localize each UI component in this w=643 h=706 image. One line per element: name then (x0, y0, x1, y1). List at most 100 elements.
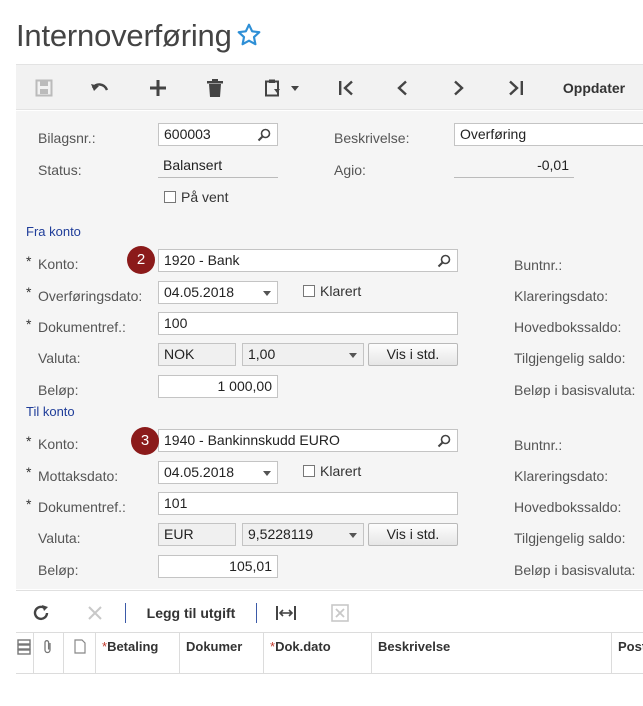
refresh-button[interactable]: Oppdater (559, 75, 629, 101)
bilagsnr-value: 600003 (164, 126, 211, 142)
fra-konto-label: Konto: (38, 256, 79, 272)
til-konto-input[interactable]: 1940 - Bankinnskudd EURO (158, 429, 458, 452)
til-konto-label: Konto: (38, 436, 79, 452)
first-record-button[interactable] (334, 75, 358, 101)
fra-valuta-input[interactable]: NOK (158, 343, 236, 366)
attachment-column[interactable] (34, 633, 64, 674)
bilagsnr-input[interactable]: 600003 (158, 123, 278, 146)
notes-column[interactable] (64, 633, 96, 674)
fra-belop-label: Beløp: (38, 382, 79, 398)
fra-konto-heading: Fra konto (26, 224, 81, 239)
fra-konto-value: 1920 - Bank (164, 252, 240, 268)
til-rate-select[interactable]: 9,5228119 (242, 523, 364, 546)
fra-tilgjengelig-saldo-label: Tilgjengelig saldo: (514, 350, 626, 366)
fra-vis-i-std-button[interactable]: Vis i std. (368, 343, 458, 366)
chevron-down-icon[interactable] (349, 533, 357, 538)
til-klareringsdato-label: Klareringsdato: (514, 468, 609, 484)
delete-button[interactable] (203, 75, 227, 101)
close-icon (88, 606, 102, 620)
fra-belop-input[interactable]: 1 000,00 (158, 375, 278, 398)
grid-header: *Betaling Dokumer *Dok.dato Beskrivelse … (16, 632, 643, 674)
fra-klarert-checkbox[interactable] (303, 285, 315, 297)
bilagsnr-label: Bilagsnr.: (38, 130, 96, 146)
agio-value: -0,01 (454, 155, 574, 178)
fit-columns-button[interactable] (274, 600, 298, 626)
pa-vent-label: På vent (181, 189, 229, 205)
beskrivelse-label: Beskrivelse: (334, 130, 410, 146)
page-title: Internoverføring (16, 18, 232, 53)
undo-button[interactable] (88, 75, 112, 101)
attachment-icon (44, 640, 51, 654)
fra-buntnr-label: Buntnr.: (514, 257, 563, 273)
step-badge: 3 (131, 427, 159, 455)
next-record-button[interactable] (447, 75, 471, 101)
fra-date-value: 04.05.2018 (164, 284, 235, 300)
til-hovedbokssaldo-label: Hovedbokssaldo: (514, 499, 622, 515)
refresh-icon (33, 605, 49, 621)
undo-icon (91, 83, 109, 91)
til-date-label: Mottaksdato: (38, 468, 119, 484)
add-button[interactable] (146, 75, 170, 101)
status-label: Status: (38, 162, 82, 178)
save-icon (35, 79, 53, 97)
fra-konto-input[interactable]: 1920 - Bank (158, 249, 458, 272)
chevron-down-icon[interactable] (263, 291, 271, 296)
pa-vent-checkbox[interactable] (164, 191, 176, 203)
til-rate-value: 9,5228119 (248, 526, 314, 542)
fra-hovedbokssaldo-label: Hovedbokssaldo: (514, 319, 622, 335)
column-betaling[interactable]: *Betaling (96, 633, 180, 674)
clipboard-menu-button[interactable] (260, 75, 304, 101)
clipboard-icon (265, 79, 280, 97)
star-icon[interactable] (236, 22, 262, 48)
list-settings-icon (17, 639, 31, 655)
save-button[interactable] (32, 75, 56, 101)
grid-refresh-button[interactable] (30, 600, 52, 626)
til-klarert-checkbox[interactable] (303, 465, 315, 477)
til-belop-label: Beløp: (38, 562, 79, 578)
til-dokref-label: Dokumentref.: (38, 499, 126, 515)
til-belop-input[interactable]: 105,01 (158, 555, 278, 578)
fit-icon (276, 606, 296, 620)
til-dokref-input[interactable]: 101 (158, 492, 458, 515)
search-icon[interactable] (437, 434, 451, 448)
fra-rate-select[interactable]: 1,00 (242, 343, 364, 366)
chevron-down-icon[interactable] (349, 353, 357, 358)
fra-date-input[interactable]: 04.05.2018 (158, 281, 278, 304)
required-mark: * (26, 253, 32, 269)
column-post[interactable]: Post (612, 633, 643, 674)
export-button[interactable] (329, 600, 351, 626)
search-icon[interactable] (437, 254, 451, 268)
required-mark: * (26, 284, 32, 300)
fra-dokref-input[interactable]: 100 (158, 312, 458, 335)
til-tilgjengelig-saldo-label: Tilgjengelig saldo: (514, 530, 626, 546)
til-buntnr-label: Buntnr.: (514, 437, 563, 453)
column-dokument[interactable]: Dokumer (180, 633, 264, 674)
last-icon (509, 80, 523, 96)
last-record-button[interactable] (504, 75, 528, 101)
previous-record-button[interactable] (390, 75, 414, 101)
til-klarert-label: Klarert (320, 463, 362, 479)
fra-belop-basisvaluta-label: Beløp i basisvaluta: (514, 382, 636, 398)
agio-label: Agio: (334, 162, 366, 178)
fra-rate-value: 1,00 (248, 346, 276, 362)
fra-dokref-label: Dokumentref.: (38, 319, 126, 335)
fra-klareringsdato-label: Klareringsdato: (514, 288, 609, 304)
transfer-form: Bilagsnr.: 600003 Status: Balansert På v… (16, 111, 643, 589)
fra-valuta-label: Valuta: (38, 350, 81, 366)
column-dok-dato[interactable]: *Dok.dato (264, 633, 372, 674)
til-date-input[interactable]: 04.05.2018 (158, 461, 278, 484)
add-expense-button[interactable]: Legg til utgift (142, 600, 240, 626)
til-date-value: 04.05.2018 (164, 464, 235, 480)
grid-close-button[interactable] (84, 600, 106, 626)
chevron-down-icon[interactable] (263, 471, 271, 476)
beskrivelse-input[interactable]: Overføring (454, 123, 643, 146)
til-vis-i-std-button[interactable]: Vis i std. (368, 523, 458, 546)
til-belop-basisvaluta-label: Beløp i basisvaluta: (514, 562, 636, 578)
first-icon (339, 80, 353, 96)
til-valuta-input[interactable]: EUR (158, 523, 236, 546)
column-beskrivelse[interactable]: Beskrivelse (372, 633, 612, 674)
row-settings-column[interactable] (16, 633, 34, 674)
search-icon[interactable] (257, 128, 271, 142)
document-icon (74, 639, 86, 654)
delete-icon (207, 79, 223, 97)
